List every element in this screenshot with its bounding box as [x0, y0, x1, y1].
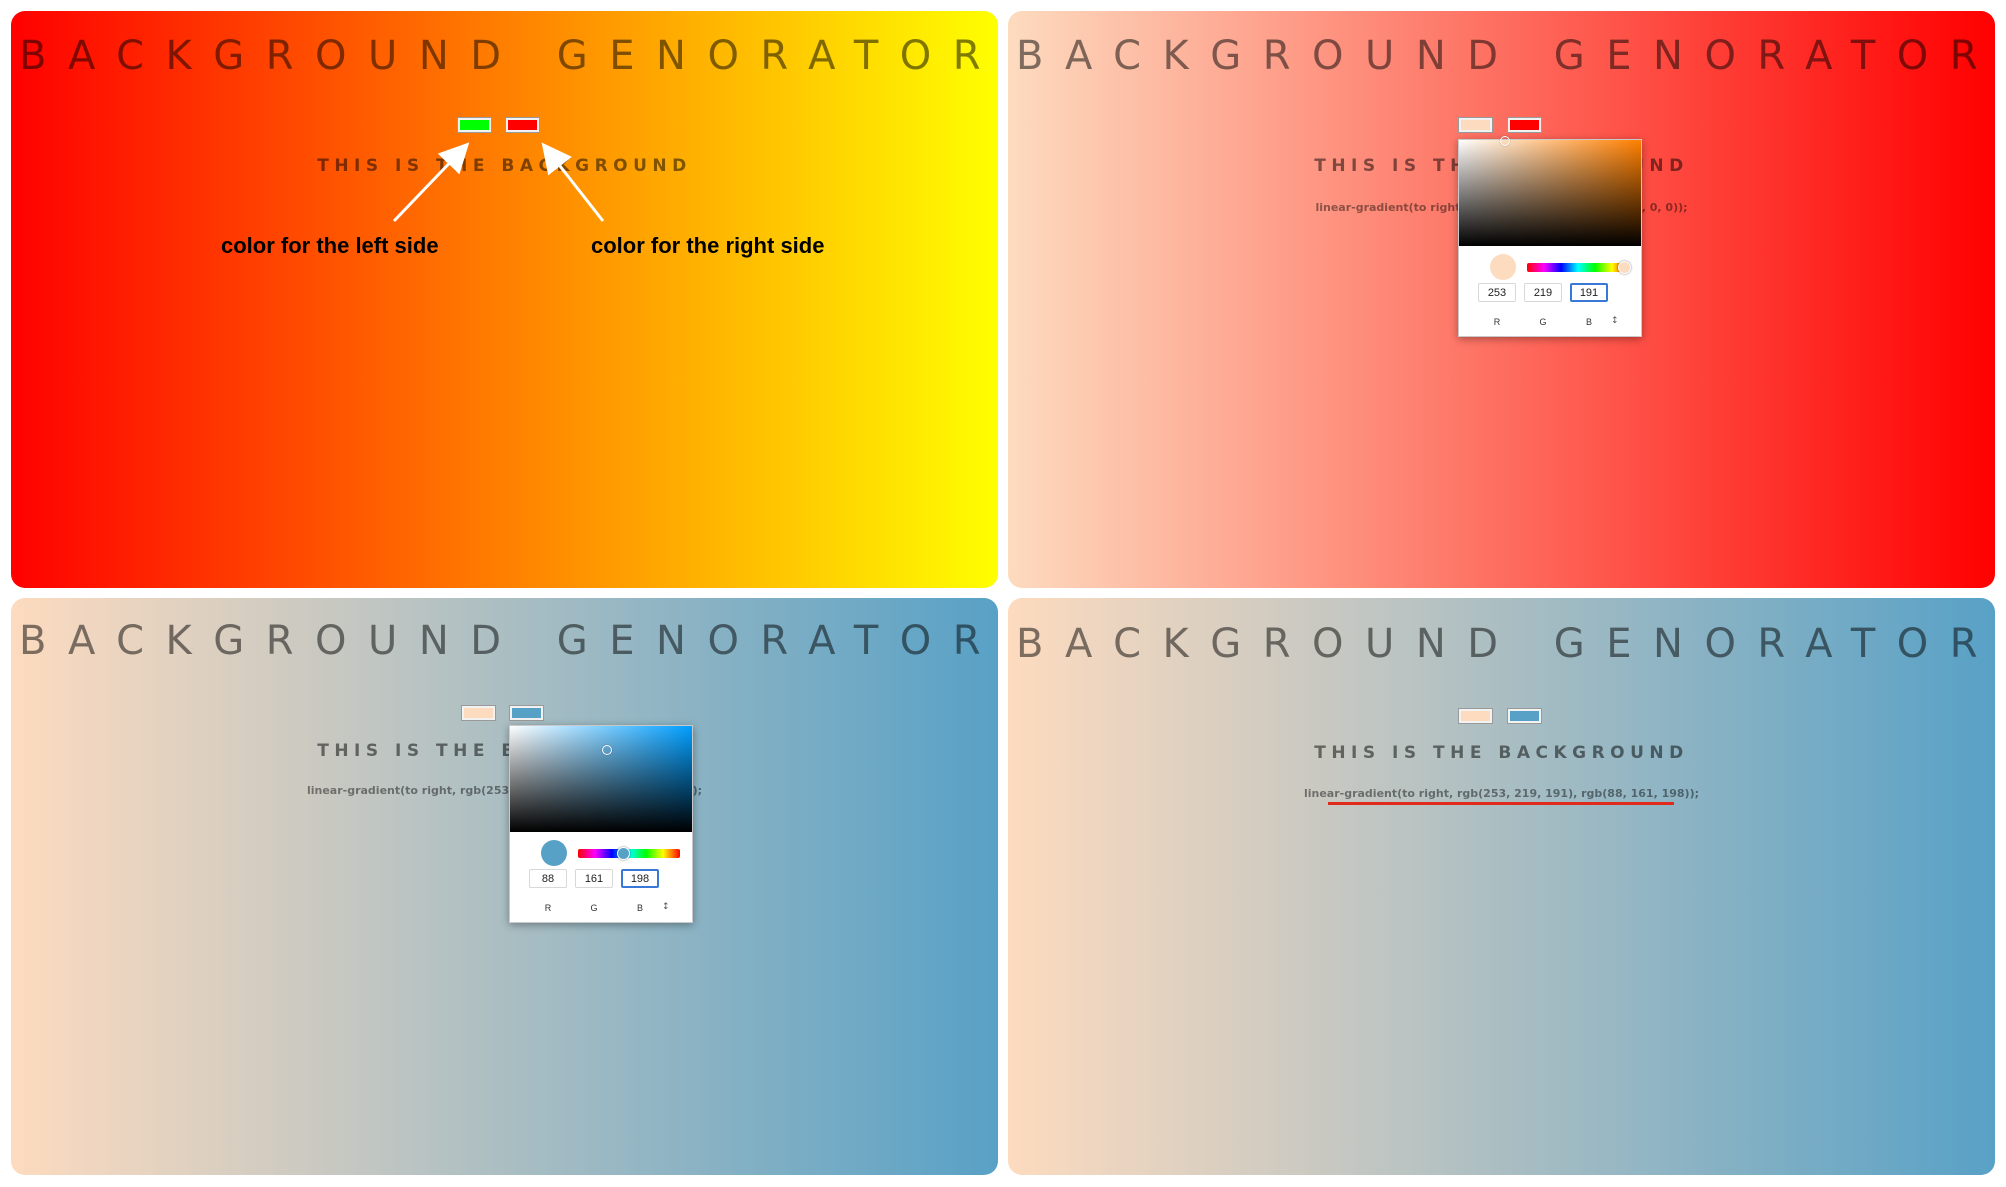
- left-color-input[interactable]: [457, 117, 492, 133]
- red-input[interactable]: [1478, 283, 1516, 302]
- saturation-handle[interactable]: [602, 745, 612, 755]
- green-label: G: [1539, 317, 1547, 327]
- color-picker-popup: R G B ↕: [509, 725, 693, 923]
- css-output-highlight: [1328, 802, 1674, 805]
- background-heading: THIS IS THE BACKGROUND: [317, 741, 692, 761]
- css-output-text: linear-gradient(to right, rgb(253, 219, …: [306, 784, 703, 797]
- background-heading: THIS IS THE BACKGROUND: [1314, 743, 1689, 763]
- right-color-input[interactable]: [509, 705, 544, 721]
- green-input[interactable]: [1524, 283, 1562, 302]
- generator-page-panel-3: BACKGROUND GENORATOR THIS IS THE BACKGRO…: [11, 598, 998, 1175]
- right-color-input[interactable]: [1507, 708, 1542, 724]
- blue-label: B: [636, 903, 643, 913]
- green-input[interactable]: [575, 869, 613, 888]
- blue-input[interactable]: [621, 869, 659, 888]
- hue-slider-handle[interactable]: [1618, 261, 1631, 274]
- generator-page-panel-2: BACKGROUND GENORATOR THIS IS THE BACKGRO…: [1008, 11, 1995, 588]
- page-title: BACKGROUND GENORATOR: [19, 618, 998, 664]
- left-color-input[interactable]: [1458, 117, 1493, 133]
- css-output-text: linear-gradient(to right, rgb(253, 219, …: [1303, 787, 1700, 800]
- page-title: BACKGROUND GENORATOR: [19, 33, 998, 79]
- hue-slider[interactable]: [578, 847, 680, 860]
- page-title: BACKGROUND GENORATOR: [1016, 621, 1995, 667]
- green-label: G: [590, 903, 598, 913]
- saturation-area[interactable]: [1459, 136, 1641, 246]
- mode-toggle-icon[interactable]: ↕: [662, 902, 670, 912]
- saturation-handle[interactable]: [1500, 136, 1510, 146]
- annotation-arrows: [392, 142, 605, 223]
- generator-page-panel-1: BACKGROUND GENORATOR THIS IS THE BACKGRO…: [11, 11, 998, 588]
- hue-slider-handle[interactable]: [617, 847, 630, 860]
- right-color-input[interactable]: [1507, 117, 1542, 133]
- color-picker-popup: R G B ↕: [1458, 136, 1642, 337]
- saturation-area[interactable]: [510, 726, 692, 832]
- right-color-input[interactable]: [505, 117, 540, 133]
- right-side-annotation: color for the right side: [591, 233, 825, 258]
- left-side-annotation: color for the left side: [221, 233, 439, 258]
- mode-toggle-icon[interactable]: ↕: [1611, 316, 1619, 326]
- blue-label: B: [1585, 317, 1592, 327]
- red-label: R: [544, 903, 552, 913]
- left-color-input[interactable]: [1458, 708, 1493, 724]
- generator-page-panel-4: BACKGROUND GENORATOR THIS IS THE BACKGRO…: [1008, 598, 1995, 1175]
- left-color-input[interactable]: [461, 705, 496, 721]
- blue-input[interactable]: [1570, 283, 1608, 302]
- color-preview-dot: [541, 840, 567, 866]
- color-preview-dot: [1490, 254, 1516, 280]
- red-input[interactable]: [529, 869, 567, 888]
- page-title: BACKGROUND GENORATOR: [1016, 33, 1995, 79]
- background-heading: THIS IS THE BACKGROUND: [317, 156, 692, 176]
- hue-slider[interactable]: [1527, 261, 1631, 274]
- red-label: R: [1493, 317, 1501, 327]
